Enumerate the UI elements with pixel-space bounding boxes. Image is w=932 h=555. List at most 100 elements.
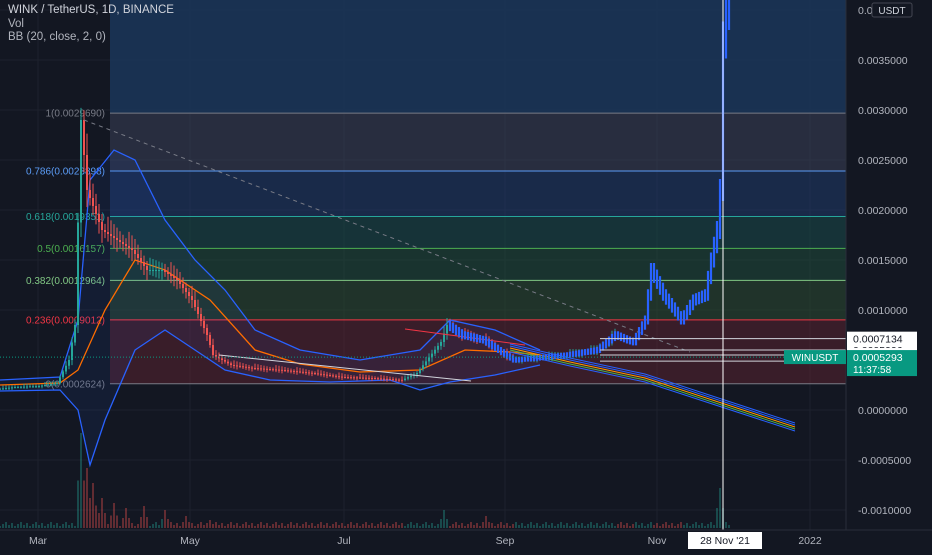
candle-body (353, 377, 355, 379)
volume-bar (80, 433, 82, 528)
volume-bar (491, 523, 493, 528)
volume-bar (335, 522, 337, 528)
volume-bar (59, 526, 61, 528)
candle-body (101, 222, 103, 230)
volume-bar (614, 526, 616, 528)
candle-body (155, 270, 157, 271)
volume-bar (14, 526, 16, 528)
volume-bar (320, 522, 322, 528)
candle-body (425, 361, 427, 366)
volume-bar (47, 524, 49, 528)
price-tick-label: 0.0015000 (858, 255, 908, 267)
candle-body (239, 365, 241, 367)
candle-body (284, 370, 286, 371)
volume-bar (38, 525, 40, 528)
volume-bar (125, 508, 127, 528)
candle-body (383, 378, 385, 380)
volume-bar (617, 524, 619, 528)
volume-bar (191, 523, 193, 528)
cursor-date-label: 28 Nov '21 (700, 535, 750, 547)
candle-body (89, 190, 91, 198)
volume-bar (383, 525, 385, 528)
time-tick-label: May (180, 535, 201, 547)
volume-bar (464, 526, 466, 528)
candle-body (140, 258, 142, 262)
volume-bar (218, 525, 220, 528)
volume-bar (128, 518, 130, 528)
volume-bar (278, 525, 280, 528)
volume-bar (74, 526, 76, 528)
candle-body (389, 379, 391, 380)
volume-bar (674, 526, 676, 528)
candle-body (248, 367, 250, 369)
candle-body (59, 377, 61, 383)
candle-body (296, 371, 298, 373)
volume-bar (248, 525, 250, 528)
candle-body (188, 292, 190, 296)
candle-body (194, 300, 196, 307)
volume-bar (299, 526, 301, 528)
volume-bar (704, 526, 706, 528)
volume-bar (68, 525, 70, 528)
volume-bar (488, 522, 490, 528)
candle-body (257, 368, 259, 370)
volume-bar (437, 524, 439, 528)
time-tick-label: Sep (496, 535, 515, 547)
volume-bar (620, 522, 622, 528)
volume-bar (413, 525, 415, 528)
bollinger-indicator-label[interactable]: BB (20, close, 2, 0) (8, 31, 106, 43)
volume-bar (239, 526, 241, 528)
fib-zone-1 (110, 113, 846, 172)
candle-body (50, 384, 52, 385)
volume-bar (671, 523, 673, 528)
volume-bar (401, 523, 403, 528)
candle-body (290, 370, 292, 372)
volume-bar (713, 525, 715, 528)
candle-body (356, 377, 358, 379)
volume-bar (77, 480, 79, 528)
volume-bar (725, 522, 727, 528)
volume-bar (206, 523, 208, 528)
volume-bar (668, 525, 670, 528)
volume-bar (446, 519, 448, 528)
candle-body (344, 377, 346, 378)
volume-bar (629, 526, 631, 528)
candle-body (95, 206, 97, 214)
volume-bar (398, 525, 400, 528)
candle-body (230, 363, 232, 365)
volume-bar (26, 523, 28, 528)
candle-body (68, 360, 70, 366)
candle-body (173, 276, 175, 278)
candle-body (338, 376, 340, 378)
volume-bar (272, 524, 274, 528)
volume-bar (263, 525, 265, 528)
volume-bar (443, 510, 445, 528)
volume-bar (269, 526, 271, 528)
candle-body (200, 314, 202, 321)
candle-body (272, 369, 274, 371)
candle-body (416, 373, 418, 375)
volume-bar (116, 515, 118, 528)
volume-bar (245, 522, 247, 528)
volume-bar (317, 524, 319, 528)
volume-indicator-label[interactable]: Vol (8, 18, 24, 30)
volume-bar (641, 523, 643, 528)
volume-bar (92, 483, 94, 528)
volume-bar (557, 524, 559, 528)
candle-body (404, 378, 406, 380)
price-tick-label: -0.0005000 (858, 455, 911, 467)
candle-body (407, 377, 409, 379)
volume-bar (251, 523, 253, 528)
chart-canvas[interactable]: 1(0.0029690) 0.786(0.0023898) 0.618(0.0019… (0, 0, 932, 550)
volume-bar (197, 524, 199, 528)
volume-bar (431, 523, 433, 528)
candle-body (191, 296, 193, 300)
volume-bar (293, 525, 295, 528)
volume-bar (89, 498, 91, 528)
price-tick-label: 0.0035000 (858, 55, 908, 67)
candle-body (2, 388, 4, 390)
candle-body (254, 368, 256, 369)
candle-body (236, 365, 238, 367)
volume-bar (182, 522, 184, 528)
volume-bar (701, 523, 703, 528)
